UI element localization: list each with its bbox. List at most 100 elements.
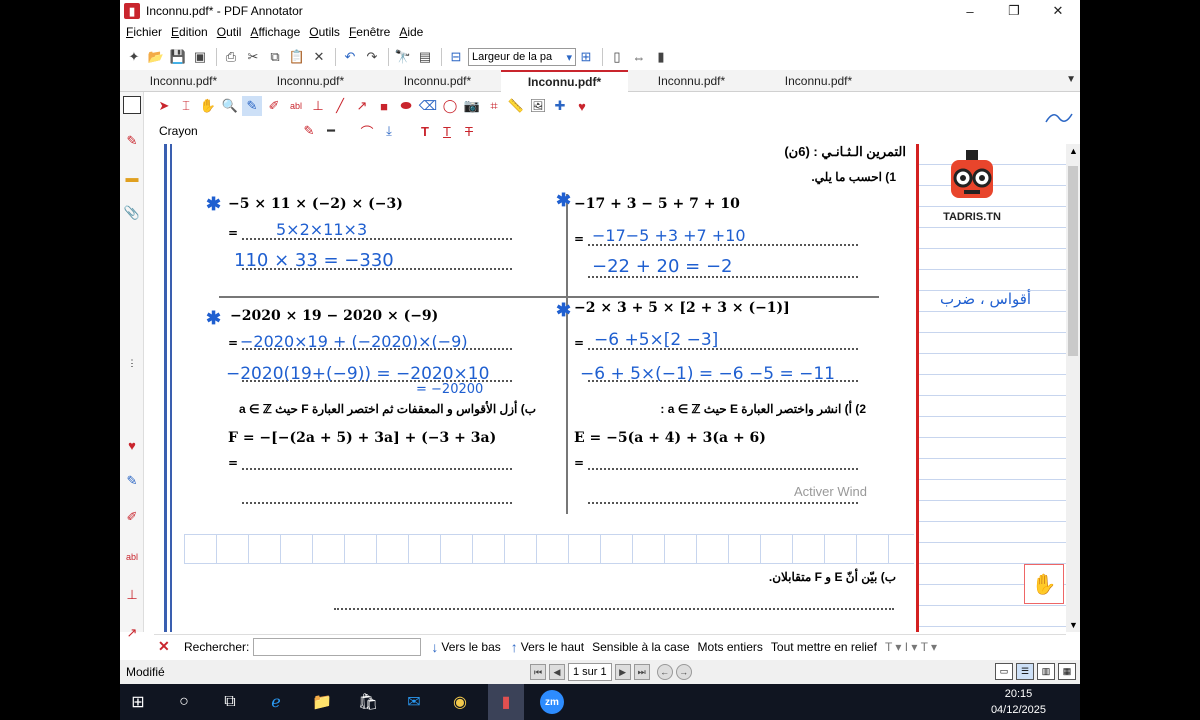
zoom-select[interactable]: Largeur de la pa ▾ — [468, 48, 576, 66]
task-view-icon[interactable]: ⧉ — [212, 684, 248, 720]
save-all-icon[interactable]: ▣ — [190, 47, 210, 67]
highlighter-icon[interactable]: ✐ — [264, 96, 284, 116]
lasso-icon[interactable]: ◯ — [440, 96, 460, 116]
tab-document-1[interactable]: Inconnu.pdf* — [120, 70, 247, 92]
back-icon[interactable]: ← — [656, 664, 673, 680]
note-icon[interactable]: ▬ — [123, 168, 141, 186]
prev-page-icon[interactable]: ◀ — [549, 664, 565, 680]
pan-icon[interactable]: ✋ — [198, 96, 218, 116]
restore-button[interactable]: ❐ — [992, 0, 1036, 22]
open-icon[interactable]: 📂 — [146, 47, 166, 67]
curve-icon[interactable]: ⌒ — [357, 121, 377, 141]
text-box-icon[interactable]: abl — [286, 96, 306, 116]
copy-icon[interactable]: ⧉ — [265, 47, 285, 67]
arrow-icon[interactable]: ↗ — [352, 96, 372, 116]
highlighter-icon[interactable]: ✐ — [123, 508, 141, 526]
page-indicator[interactable]: 1 sur 1 — [568, 663, 612, 681]
zoom-app-icon[interactable]: zm — [534, 684, 570, 720]
tab-document-3[interactable]: Inconnu.pdf* — [374, 70, 501, 92]
vertical-scrollbar[interactable]: ▲ ▼ — [1066, 144, 1080, 632]
tab-document-6[interactable]: Inconnu.pdf* — [755, 70, 882, 92]
heart-icon[interactable]: ♥ — [572, 96, 592, 116]
select-icon[interactable] — [123, 96, 141, 114]
two-page-view-icon[interactable]: ▥ — [1037, 663, 1055, 680]
mail-icon[interactable]: ✉ — [396, 684, 432, 720]
text-underline-icon[interactable]: T — [437, 121, 457, 141]
fullscreen-icon[interactable]: ▮ — [651, 47, 671, 67]
pointer-icon[interactable]: ➤ — [154, 96, 174, 116]
zoom-out-icon[interactable]: ⊟ — [446, 47, 466, 67]
cut-icon[interactable]: ✂ — [243, 47, 263, 67]
marker-icon[interactable]: ✎ — [123, 472, 141, 490]
search-down-button[interactable]: ↓ Vers le bas — [431, 639, 500, 655]
next-page-icon[interactable]: ▶ — [614, 664, 631, 680]
case-sensitive-option[interactable]: Sensible à la case — [592, 640, 689, 654]
rectangle-icon[interactable]: ■ — [374, 96, 394, 116]
document-canvas[interactable]: التمرين الـثـانـي : (6ن) 1) احسب ما يلي.… — [154, 144, 1066, 632]
stamp-icon[interactable]: ⊥ — [123, 586, 141, 604]
search-up-button[interactable]: ↑ Vers le haut — [511, 639, 584, 655]
save-icon[interactable]: 💾 — [168, 47, 188, 67]
print-icon[interactable]: ⎙ — [221, 47, 241, 67]
menu-outils[interactable]: Outils — [309, 25, 340, 39]
heart-icon[interactable]: ♥ — [123, 436, 141, 454]
single-page-icon[interactable]: ▯ — [607, 47, 627, 67]
line-icon[interactable]: ╱ — [330, 96, 350, 116]
new-icon[interactable]: ✦ — [124, 47, 144, 67]
menu-edition[interactable]: Edition — [171, 25, 208, 39]
file-explorer-icon[interactable]: 📁 — [304, 684, 340, 720]
pin-icon[interactable]: ⤓ — [379, 121, 399, 141]
whole-words-option[interactable]: Mots entiers — [698, 640, 763, 654]
redo-icon[interactable]: ↷ — [362, 47, 382, 67]
text-style-icon[interactable]: T — [415, 121, 435, 141]
pen-icon[interactable]: ✎ — [242, 96, 262, 116]
ellipse-icon[interactable]: ⬬ — [396, 96, 416, 116]
text-box-icon[interactable]: abl — [123, 548, 141, 566]
find-icon[interactable]: 🔭 — [393, 47, 413, 67]
tab-document-2[interactable]: Inconnu.pdf* — [247, 70, 374, 92]
single-view-icon[interactable]: ▭ — [995, 663, 1013, 680]
crop-icon[interactable]: ⌗ — [484, 96, 504, 116]
forward-icon[interactable]: → — [675, 664, 692, 680]
hand-raise-icon[interactable]: ✋ — [1024, 564, 1064, 604]
more-icon[interactable]: ⋮ — [123, 354, 141, 372]
pen-color-icon[interactable]: ✎ — [299, 121, 319, 141]
tab-document-5[interactable]: Inconnu.pdf* — [628, 70, 755, 92]
menu-aide[interactable]: Aide — [399, 25, 423, 39]
menu-fichier[interactable]: Fichier — [126, 25, 162, 39]
scroll-up-icon[interactable]: ▲ — [1069, 146, 1078, 156]
search-icon[interactable]: ○ — [166, 684, 202, 720]
windows-start-icon[interactable]: ⊞ — [120, 684, 156, 720]
text-select-icon[interactable]: ⌶ — [176, 96, 196, 116]
two-continuous-view-icon[interactable]: ▦ — [1058, 663, 1076, 680]
camera-icon[interactable]: 📷 — [462, 96, 482, 116]
paste-icon[interactable]: 📋 — [287, 47, 307, 67]
text-format-icon[interactable]: T ▾ I ▾ T ▾ — [885, 640, 937, 654]
insert-image-icon[interactable]: 🖼 — [528, 96, 548, 116]
highlight-all-option[interactable]: Tout mettre en relief — [771, 640, 877, 654]
continuous-view-icon[interactable]: ☰ — [1016, 663, 1034, 680]
delete-icon[interactable]: ✕ — [309, 47, 329, 67]
text-strike-icon[interactable]: T — [459, 121, 479, 141]
menu-outil[interactable]: Outil — [217, 25, 242, 39]
ruler-icon[interactable]: 📏 — [506, 96, 526, 116]
search-input[interactable] — [253, 637, 422, 656]
minimize-button[interactable]: – — [948, 0, 992, 22]
fit-width-icon[interactable]: ⇔ — [629, 47, 649, 67]
scroll-thumb[interactable] — [1068, 166, 1078, 356]
eraser-icon[interactable]: ⌫ — [418, 96, 438, 116]
stamp-icon[interactable]: ⊥ — [308, 96, 328, 116]
pen-icon[interactable]: ✎ — [123, 132, 141, 150]
system-clock[interactable]: 20:15 04/12/2025 — [991, 686, 1046, 718]
close-window-button[interactable]: ✕ — [1036, 0, 1080, 22]
line-width-icon[interactable]: ━ — [321, 121, 341, 141]
close-icon[interactable]: ✕ — [158, 638, 178, 655]
last-page-icon[interactable]: ⏭ — [633, 664, 650, 680]
pdf-annotator-taskbar-icon[interactable]: ▮ — [488, 684, 524, 720]
menu-fenetre[interactable]: Fenêtre — [349, 25, 390, 39]
attach-icon[interactable]: 📎 — [123, 204, 141, 222]
store-icon[interactable]: 🛍 — [350, 684, 386, 720]
arrow-icon[interactable]: ↗ — [123, 624, 141, 642]
zoom-in-icon[interactable]: ⊞ — [576, 47, 596, 67]
zoom-icon[interactable]: 🔍 — [220, 96, 240, 116]
